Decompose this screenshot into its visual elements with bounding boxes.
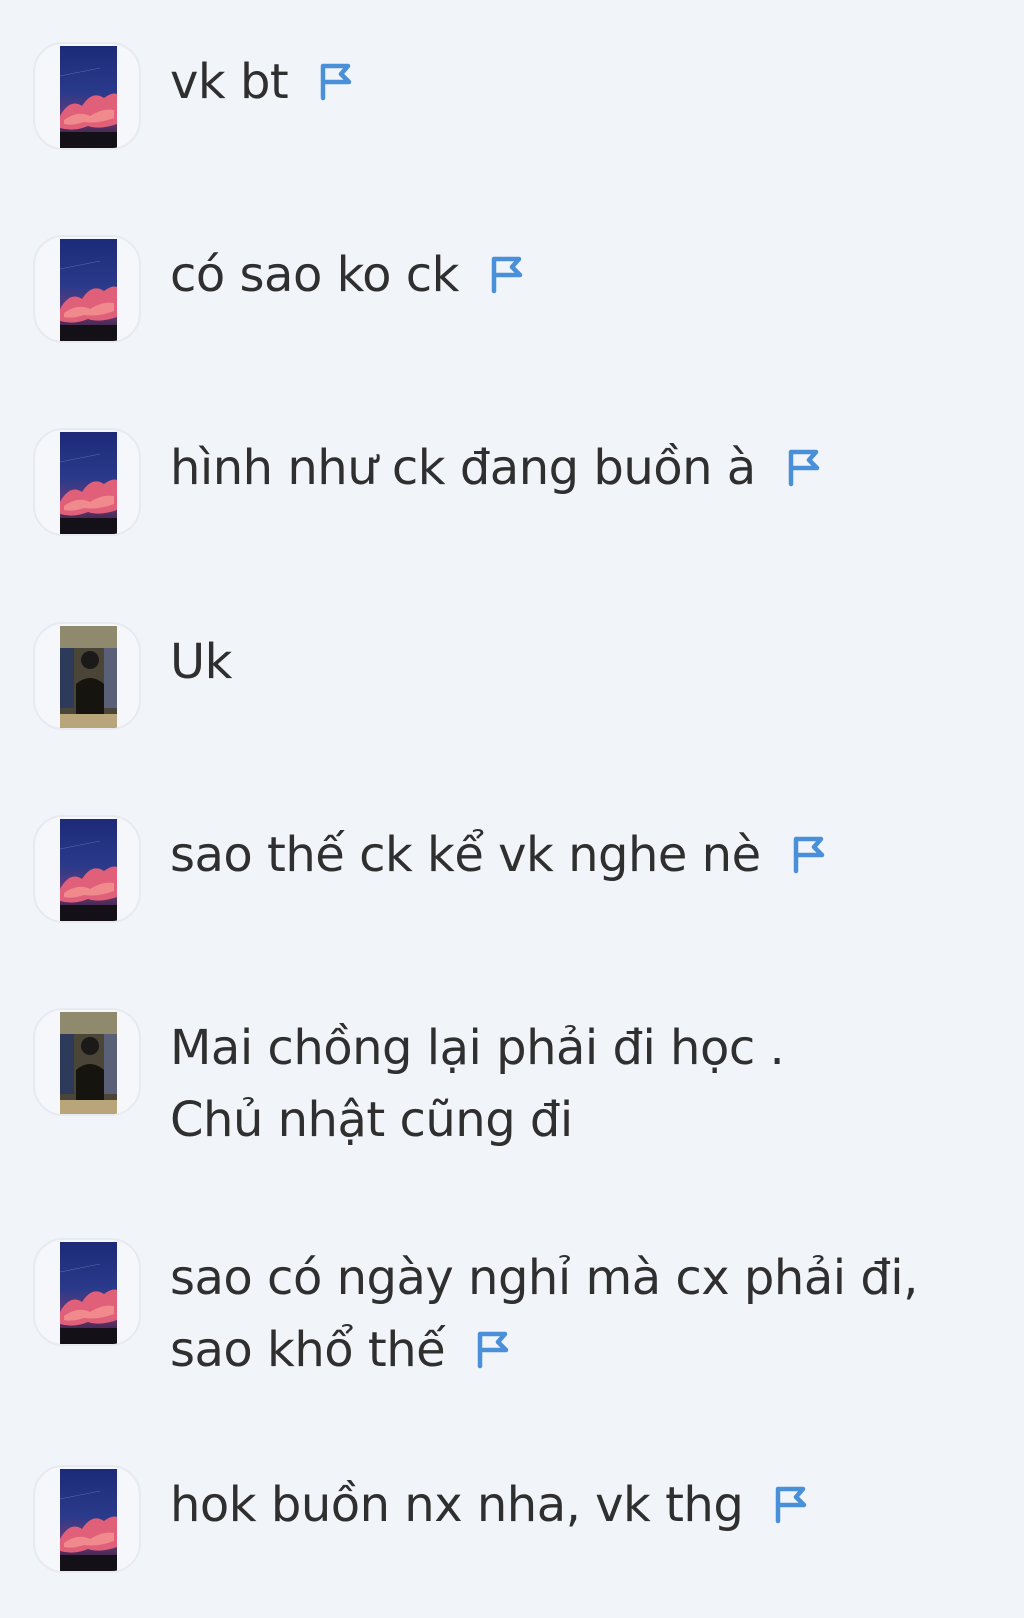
flag-icon[interactable] [471,1326,517,1372]
message-text: vk bt [170,54,289,110]
sunset-avatar-image [60,819,117,921]
message-bubble: hok buồn nx nha, vk thg [170,1469,990,1541]
avatar[interactable] [33,1008,141,1116]
message-text: Mai chồng lại phải đi học . Chủ nhật cũn… [170,1020,785,1148]
message-bubble: có sao ko ck [170,239,990,311]
message-bubble: vk bt [170,46,990,118]
message-text: hình như ck đang buồn à [170,440,756,496]
message-bubble: hình như ck đang buồn à [170,432,990,504]
avatar[interactable] [33,1465,141,1573]
avatar[interactable] [33,42,141,150]
person-avatar-image [60,1012,117,1114]
flag-icon[interactable] [485,251,531,297]
avatar[interactable] [33,815,141,923]
message-text: sao có ngày nghỉ mà cx phải đi, sao khổ … [170,1250,918,1378]
message-text: Uk [170,634,232,690]
sunset-avatar-image [60,432,117,534]
flag-icon[interactable] [769,1481,815,1527]
sunset-avatar-image [60,46,117,148]
person-avatar-image [60,626,117,728]
flag-icon[interactable] [314,58,360,104]
avatar[interactable] [33,428,141,536]
sunset-avatar-image [60,1242,117,1344]
message-text: sao thế ck kể vk nghe nè [170,827,761,883]
flag-icon[interactable] [782,444,828,490]
message-text: hok buồn nx nha, vk thg [170,1477,744,1533]
message-bubble: sao thế ck kể vk nghe nè [170,819,990,891]
message-text: có sao ko ck [170,247,459,303]
avatar[interactable] [33,622,141,730]
message-bubble: sao có ngày nghỉ mà cx phải đi, sao khổ … [170,1242,1005,1386]
message-bubble: Mai chồng lại phải đi học . Chủ nhật cũn… [170,1012,870,1156]
avatar[interactable] [33,1238,141,1346]
sunset-avatar-image [60,239,117,341]
sunset-avatar-image [60,1469,117,1571]
flag-icon[interactable] [787,831,833,877]
chat-message-list: vk bt có sao ko ck hình như ck đang buồn… [0,0,1024,1618]
avatar[interactable] [33,235,141,343]
message-bubble: Uk [170,626,990,698]
